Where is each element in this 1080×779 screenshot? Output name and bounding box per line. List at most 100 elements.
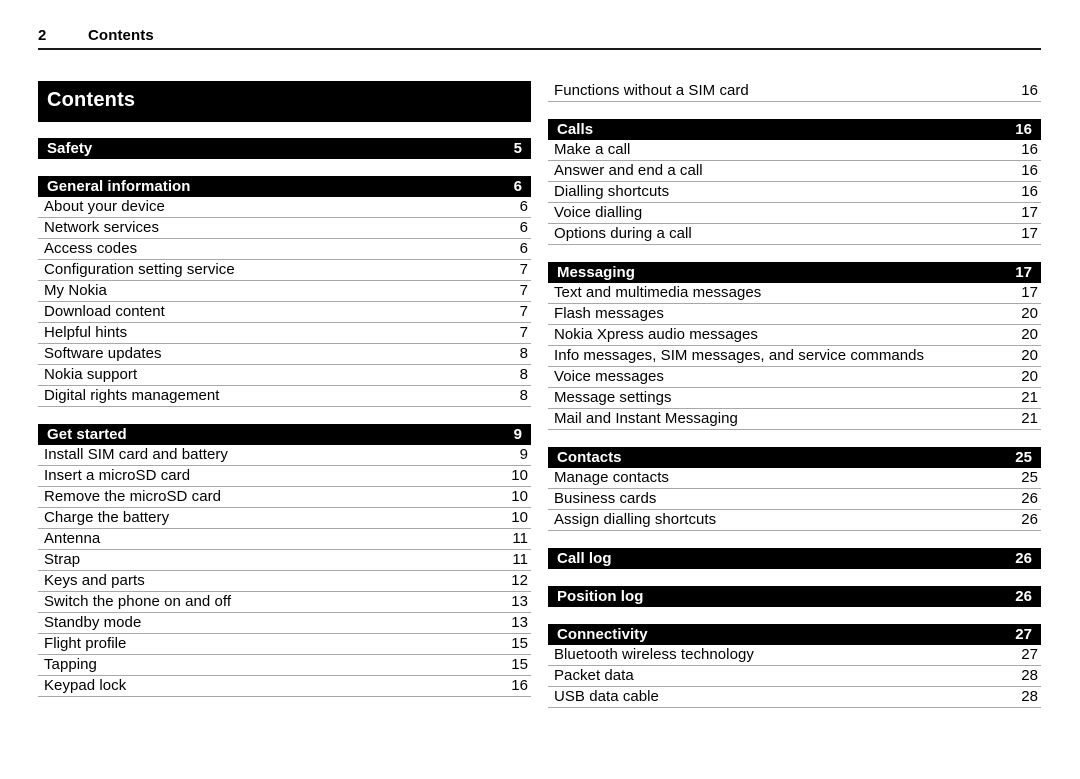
toc-entry-strap[interactable]: Strap 11 <box>38 550 531 571</box>
toc-entry-flight-profile[interactable]: Flight profile 15 <box>38 634 531 655</box>
section-heading-page-number: 26 <box>1015 588 1032 605</box>
section-heading-label: Contacts <box>557 449 622 466</box>
toc-entry-page-number: 20 <box>1021 368 1038 385</box>
toc-entry-helpful-hints[interactable]: Helpful hints 7 <box>38 323 531 344</box>
toc-entry-page-number: 16 <box>511 677 528 694</box>
toc-entry-functions-without-a-sim-card[interactable]: Functions without a SIM card 16 <box>548 81 1041 102</box>
toc-entry-mail-and-instant-messaging[interactable]: Mail and Instant Messaging 21 <box>548 409 1041 430</box>
toc-columns: Contents Safety 5 General information 6 About… <box>0 0 1080 779</box>
toc-entry-label: Assign dialling shortcuts <box>554 511 717 528</box>
toc-entry-info-messages-sim-messages-and-service-commands[interactable]: Info messages, SIM messages, and service… <box>548 346 1041 367</box>
section-heading-get-started[interactable]: Get started 9 <box>38 424 531 445</box>
toc-entry-nokia-xpress-audio-messages[interactable]: Nokia Xpress audio messages 20 <box>548 325 1041 346</box>
toc-entry-configuration-setting-service[interactable]: Configuration setting service 7 <box>38 260 531 281</box>
toc-entry-label: Manage contacts <box>554 469 669 486</box>
toc-section-connectivity: Connectivity 27 Bluetooth wireless technol… <box>548 624 1041 708</box>
section-heading-label: Call log <box>557 550 612 567</box>
toc-entry-bluetooth-wireless-technology[interactable]: Bluetooth wireless technology 27 <box>548 645 1041 666</box>
toc-entry-page-number: 17 <box>1021 204 1038 221</box>
toc-entry-label: Nokia Xpress audio messages <box>554 326 758 343</box>
toc-entry-page-number: 8 <box>519 366 528 383</box>
toc-title-block: Contents <box>38 81 531 122</box>
toc-entry-dialling-shortcuts[interactable]: Dialling shortcuts 16 <box>548 182 1041 203</box>
toc-entry-label: Software updates <box>44 345 162 362</box>
toc-entry-install-sim-card-and-battery[interactable]: Install SIM card and battery 9 <box>38 445 531 466</box>
toc-entry-page-number: 17 <box>1021 225 1038 242</box>
toc-entry-options-during-a-call[interactable]: Options during a call 17 <box>548 224 1041 245</box>
toc-entry-page-number: 20 <box>1021 305 1038 322</box>
toc-entry-label: USB data cable <box>554 688 659 705</box>
toc-section-get-started: Get started 9 Install SIM card and battery… <box>38 424 531 697</box>
toc-entry-page-number: 28 <box>1021 688 1038 705</box>
section-heading-page-number: 16 <box>1015 121 1032 138</box>
toc-entry-keypad-lock[interactable]: Keypad lock 16 <box>38 676 531 697</box>
toc-entry-network-services[interactable]: Network services 6 <box>38 218 531 239</box>
toc-entry-page-number: 21 <box>1021 410 1038 427</box>
toc-entry-voice-messages[interactable]: Voice messages 20 <box>548 367 1041 388</box>
section-heading-connectivity[interactable]: Connectivity 27 <box>548 624 1041 645</box>
toc-entry-label: Digital rights management <box>44 387 220 404</box>
toc-entry-my-nokia[interactable]: My Nokia 7 <box>38 281 531 302</box>
toc-entry-page-number: 12 <box>511 572 528 589</box>
toc-entry-answer-and-end-a-call[interactable]: Answer and end a call 16 <box>548 161 1041 182</box>
toc-entry-page-number: 7 <box>519 282 528 299</box>
toc-entry-tapping[interactable]: Tapping 15 <box>38 655 531 676</box>
toc-entry-label: Voice dialling <box>554 204 643 221</box>
toc-entry-access-codes[interactable]: Access codes 6 <box>38 239 531 260</box>
toc-entry-charge-the-battery[interactable]: Charge the battery 10 <box>38 508 531 529</box>
toc-entry-page-number: 6 <box>519 219 528 236</box>
toc-entry-packet-data[interactable]: Packet data 28 <box>548 666 1041 687</box>
section-heading-label: Safety <box>47 140 93 157</box>
toc-entry-keys-and-parts[interactable]: Keys and parts 12 <box>38 571 531 592</box>
toc-entry-page-number: 15 <box>511 656 528 673</box>
toc-entry-label: Make a call <box>554 141 631 158</box>
toc-entry-software-updates[interactable]: Software updates 8 <box>38 344 531 365</box>
toc-entry-digital-rights-management[interactable]: Digital rights management 8 <box>38 386 531 407</box>
section-heading-calls[interactable]: Calls 16 <box>548 119 1041 140</box>
toc-entry-voice-dialling[interactable]: Voice dialling 17 <box>548 203 1041 224</box>
section-heading-general-information[interactable]: General information 6 <box>38 176 531 197</box>
toc-entry-label: Strap <box>44 551 81 568</box>
toc-entry-assign-dialling-shortcuts[interactable]: Assign dialling shortcuts 26 <box>548 510 1041 531</box>
toc-entry-page-number: 21 <box>1021 389 1038 406</box>
toc-entry-text-and-multimedia-messages[interactable]: Text and multimedia messages 17 <box>548 283 1041 304</box>
toc-entry-about-your-device[interactable]: About your device 6 <box>38 197 531 218</box>
section-heading-label: Get started <box>47 426 127 443</box>
section-heading-messaging[interactable]: Messaging 17 <box>548 262 1041 283</box>
toc-entry-page-number: 25 <box>1021 469 1038 486</box>
toc-entry-label: Bluetooth wireless technology <box>554 646 754 663</box>
toc-entry-flash-messages[interactable]: Flash messages 20 <box>548 304 1041 325</box>
toc-entry-page-number: 7 <box>519 324 528 341</box>
toc-entry-manage-contacts[interactable]: Manage contacts 25 <box>548 468 1041 489</box>
toc-entry-make-a-call[interactable]: Make a call 16 <box>548 140 1041 161</box>
toc-entry-antenna[interactable]: Antenna 11 <box>38 529 531 550</box>
toc-entry-page-number: 26 <box>1021 511 1038 528</box>
toc-entry-page-number: 26 <box>1021 490 1038 507</box>
toc-entry-page-number: 7 <box>519 303 528 320</box>
toc-entry-label: Nokia support <box>44 366 138 383</box>
toc-entry-page-number: 16 <box>1021 183 1038 200</box>
toc-entry-label: Flight profile <box>44 635 127 652</box>
toc-section-messaging: Messaging 17 Text and multimedia messages 1… <box>548 262 1041 430</box>
toc-entry-standby-mode[interactable]: Standby mode 13 <box>38 613 531 634</box>
toc-entry-page-number: 27 <box>1021 646 1038 663</box>
section-heading-position-log[interactable]: Position log 26 <box>548 586 1041 607</box>
toc-entry-label: Functions without a SIM card <box>554 82 749 99</box>
section-heading-contacts[interactable]: Contacts 25 <box>548 447 1041 468</box>
toc-entry-page-number: 13 <box>511 614 528 631</box>
toc-entry-remove-the-microsd-card[interactable]: Remove the microSD card 10 <box>38 487 531 508</box>
toc-entry-switch-the-phone-on-and-off[interactable]: Switch the phone on and off 13 <box>38 592 531 613</box>
toc-entry-nokia-support[interactable]: Nokia support 8 <box>38 365 531 386</box>
toc-entry-download-content[interactable]: Download content 7 <box>38 302 531 323</box>
toc-entry-label: Business cards <box>554 490 657 507</box>
section-heading-call-log[interactable]: Call log 26 <box>548 548 1041 569</box>
toc-entry-label: Info messages, SIM messages, and service… <box>554 347 925 364</box>
toc-entry-usb-data-cable[interactable]: USB data cable 28 <box>548 687 1041 708</box>
toc-entry-message-settings[interactable]: Message settings 21 <box>548 388 1041 409</box>
section-heading-safety[interactable]: Safety 5 <box>38 138 531 159</box>
toc-entry-label: Options during a call <box>554 225 692 242</box>
section-heading-page-number: 17 <box>1015 264 1032 281</box>
toc-entry-business-cards[interactable]: Business cards 26 <box>548 489 1041 510</box>
toc-entry-page-number: 13 <box>511 593 528 610</box>
toc-entry-insert-a-microsd-card[interactable]: Insert a microSD card 10 <box>38 466 531 487</box>
